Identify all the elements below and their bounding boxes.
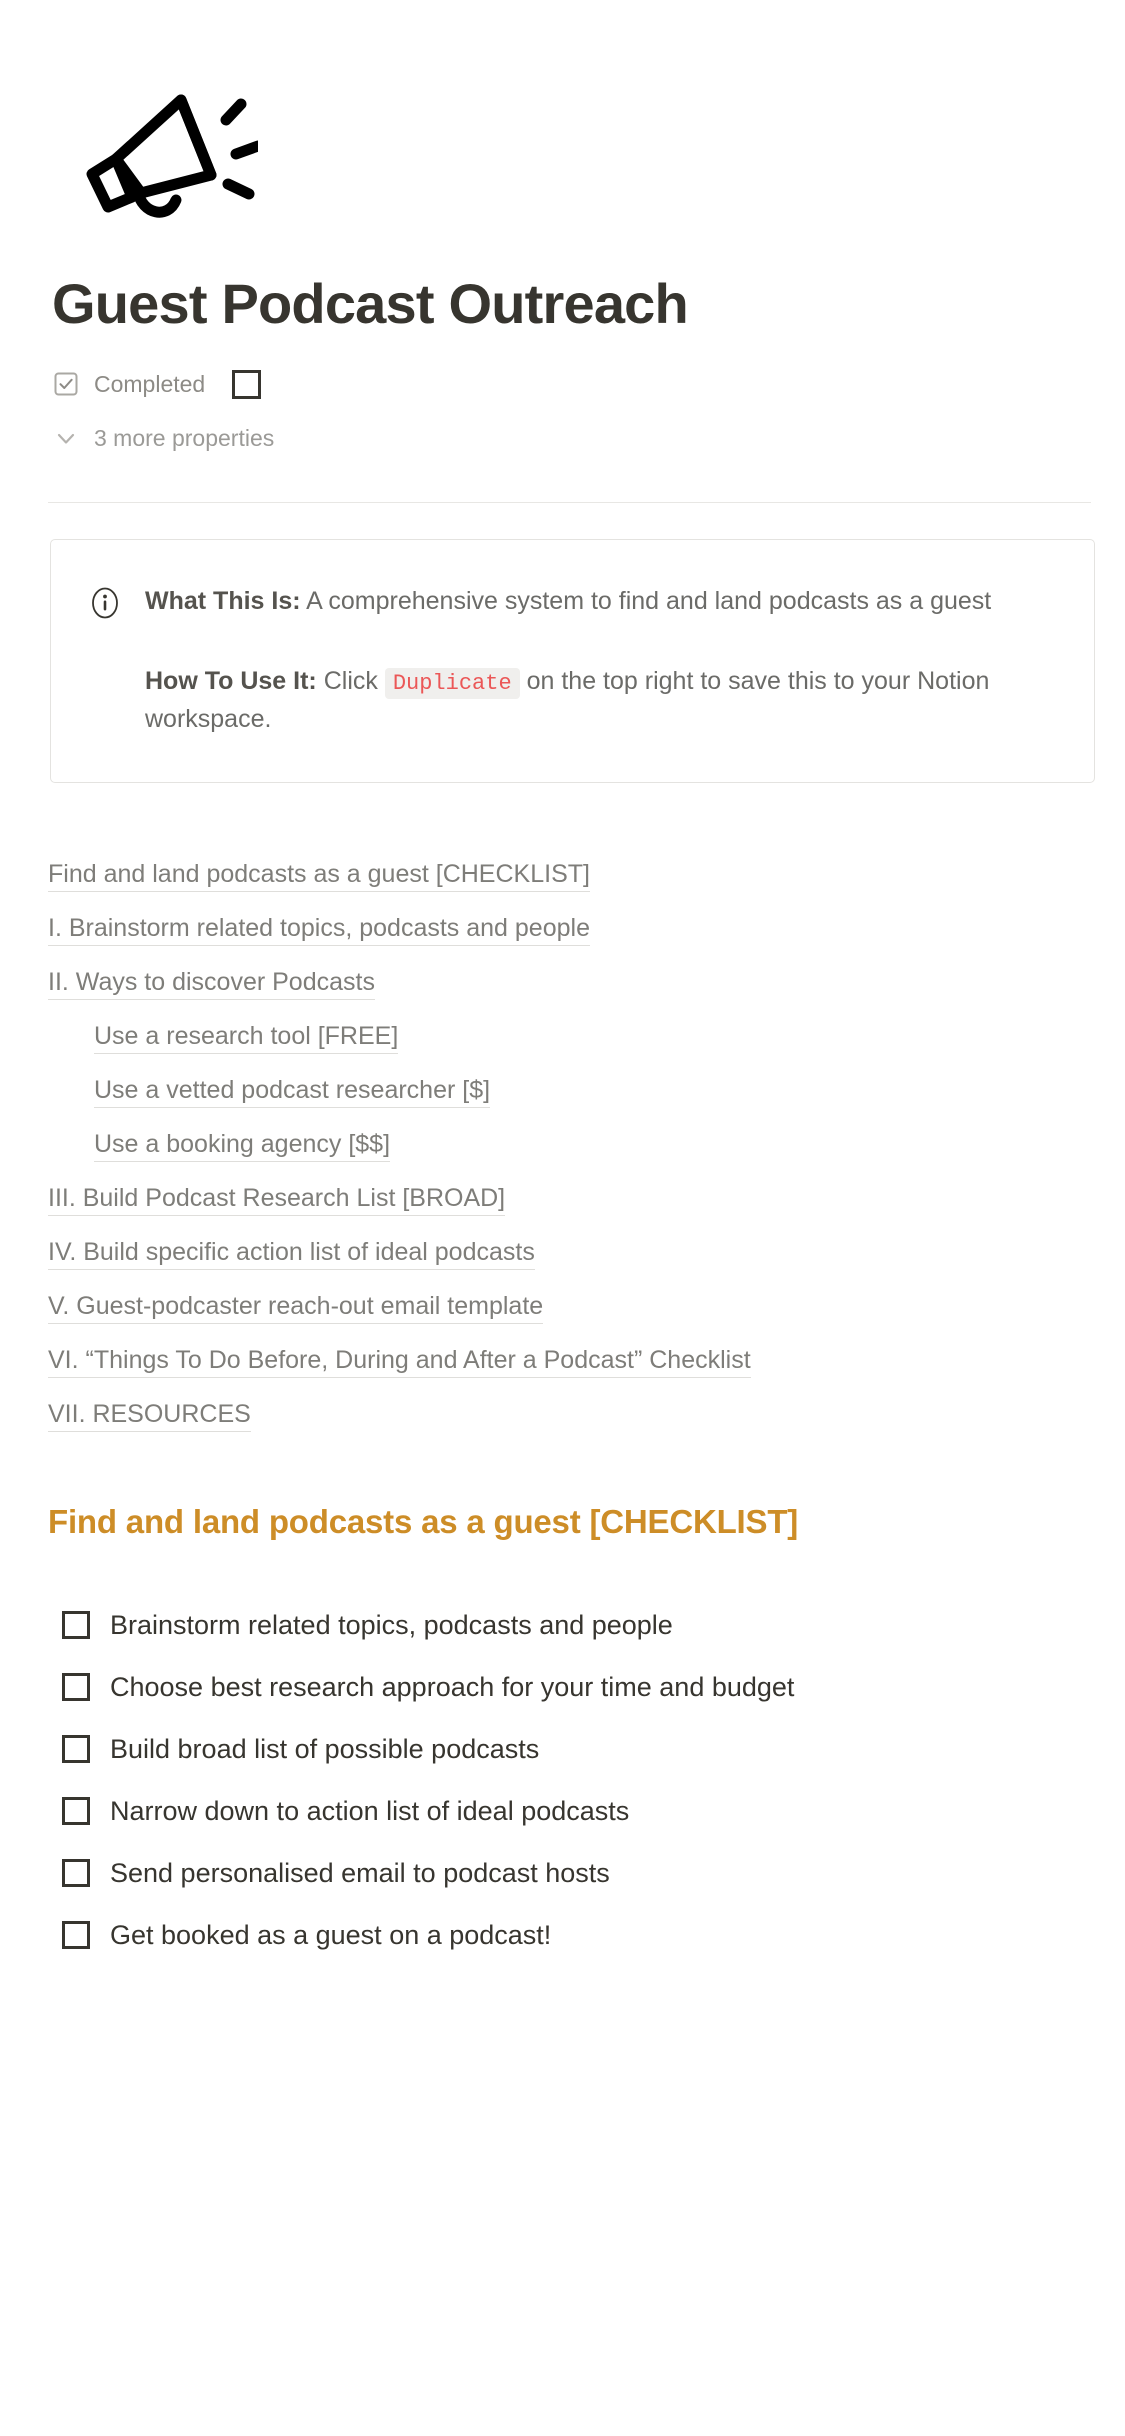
section-heading-checklist: Find and land podcasts as a guest [CHECK… (48, 1503, 799, 1541)
toc-link[interactable]: IV. Build specific action list of ideal … (48, 1238, 535, 1271)
toc-item[interactable]: II. Ways to discover Podcasts (48, 967, 1125, 1001)
duplicate-code-chip: Duplicate (384, 668, 520, 700)
more-properties-toggle[interactable]: 3 more properties (0, 406, 1125, 460)
checklist-item[interactable]: Choose best research approach for your t… (0, 1656, 1125, 1718)
checklist-item[interactable]: Send personalised email to podcast hosts (0, 1842, 1125, 1904)
callout-lead-what: What This Is: (145, 587, 301, 616)
toc-link[interactable]: Use a vetted podcast researcher [$] (94, 1076, 491, 1109)
checklist-checkbox[interactable] (62, 1735, 90, 1764)
checklist: Brainstorm related topics, podcasts and … (0, 1544, 1125, 1966)
toc-item[interactable]: Find and land podcasts as a guest [CHECK… (48, 859, 1125, 893)
checklist-item[interactable]: Get booked as a guest on a podcast! (0, 1904, 1125, 1966)
callout-text-before-code: Click (316, 667, 385, 696)
toc-item[interactable]: V. Guest-podcaster reach-out email templ… (48, 1291, 1125, 1325)
toc-link[interactable]: Find and land podcasts as a guest [CHECK… (48, 860, 590, 893)
toc-item[interactable]: VI. “Things To Do Before, During and Aft… (48, 1345, 1125, 1379)
divider (48, 502, 1091, 504)
property-row-completed[interactable]: Completed (52, 362, 1125, 406)
callout-text: What This Is: A comprehensive system to … (145, 582, 1058, 738)
checklist-checkbox[interactable] (62, 1673, 90, 1702)
property-value-completed[interactable] (222, 369, 261, 399)
page-icon-megaphone-icon[interactable] (0, 0, 1125, 234)
property-label-completed[interactable]: Completed (52, 370, 222, 398)
checklist-checkbox[interactable] (62, 1921, 90, 1950)
toc-link[interactable]: V. Guest-podcaster reach-out email templ… (48, 1292, 544, 1325)
info-circle-icon (87, 586, 123, 620)
toc-item[interactable]: Use a vetted podcast researcher [$] (48, 1075, 1125, 1109)
checklist-label: Get booked as a guest on a podcast! (110, 1920, 552, 1951)
toc-item[interactable]: IV. Build specific action list of ideal … (48, 1237, 1125, 1271)
toc-link[interactable]: Use a research tool [FREE] (94, 1022, 399, 1055)
more-properties-label: 3 more properties (94, 424, 275, 451)
checklist-checkbox[interactable] (62, 1859, 90, 1888)
checklist-label: Build broad list of possible podcasts (110, 1734, 540, 1765)
toc-item[interactable]: VII. RESOURCES (48, 1399, 1125, 1433)
checklist-item[interactable]: Build broad list of possible podcasts (0, 1718, 1125, 1780)
table-of-contents: Find and land podcasts as a guest [CHECK… (0, 783, 1125, 1433)
callout-block: What This Is: A comprehensive system to … (50, 539, 1095, 784)
toc-link[interactable]: II. Ways to discover Podcasts (48, 968, 375, 1001)
toc-link[interactable]: I. Brainstorm related topics, podcasts a… (48, 914, 590, 947)
callout-body-what: A comprehensive system to find and land … (300, 587, 992, 616)
chevron-down-icon (52, 424, 80, 452)
page-properties: Completed (0, 336, 1125, 406)
completed-checkbox[interactable] (232, 369, 261, 399)
page-root: Guest Podcast Outreach Completed 3 more … (0, 0, 1125, 1966)
checklist-label: Send personalised email to podcast hosts (110, 1858, 610, 1889)
checklist-checkbox[interactable] (62, 1797, 90, 1826)
toc-item[interactable]: III. Build Podcast Research List [BROAD] (48, 1183, 1125, 1217)
toc-item[interactable]: I. Brainstorm related topics, podcasts a… (48, 913, 1125, 947)
checklist-label: Choose best research approach for your t… (110, 1672, 795, 1703)
checklist-checkbox[interactable] (62, 1611, 90, 1640)
toc-item[interactable]: Use a research tool [FREE] (48, 1021, 1125, 1055)
toc-link[interactable]: VI. “Things To Do Before, During and Aft… (48, 1346, 751, 1379)
callout-paragraph-what-this-is: What This Is: A comprehensive system to … (145, 582, 1058, 620)
toc-link[interactable]: Use a booking agency [$$] (94, 1130, 391, 1163)
toc-item[interactable]: Use a booking agency [$$] (48, 1129, 1125, 1163)
property-name-text: Completed (94, 370, 206, 397)
checklist-item[interactable]: Narrow down to action list of ideal podc… (0, 1780, 1125, 1842)
checklist-item[interactable]: Brainstorm related topics, podcasts and … (0, 1594, 1125, 1656)
page-title: Guest Podcast Outreach (52, 272, 689, 335)
toc-link[interactable]: VII. RESOURCES (48, 1400, 251, 1433)
checklist-label: Brainstorm related topics, podcasts and … (110, 1610, 673, 1641)
callout-paragraph-how-to-use: How To Use It: Click Duplicate on the to… (145, 662, 1058, 738)
toc-link[interactable]: III. Build Podcast Research List [BROAD] (48, 1184, 506, 1217)
callout-lead-how: How To Use It: (145, 667, 317, 696)
checklist-label: Narrow down to action list of ideal podc… (110, 1796, 630, 1827)
checkbox-checked-icon (52, 370, 80, 398)
